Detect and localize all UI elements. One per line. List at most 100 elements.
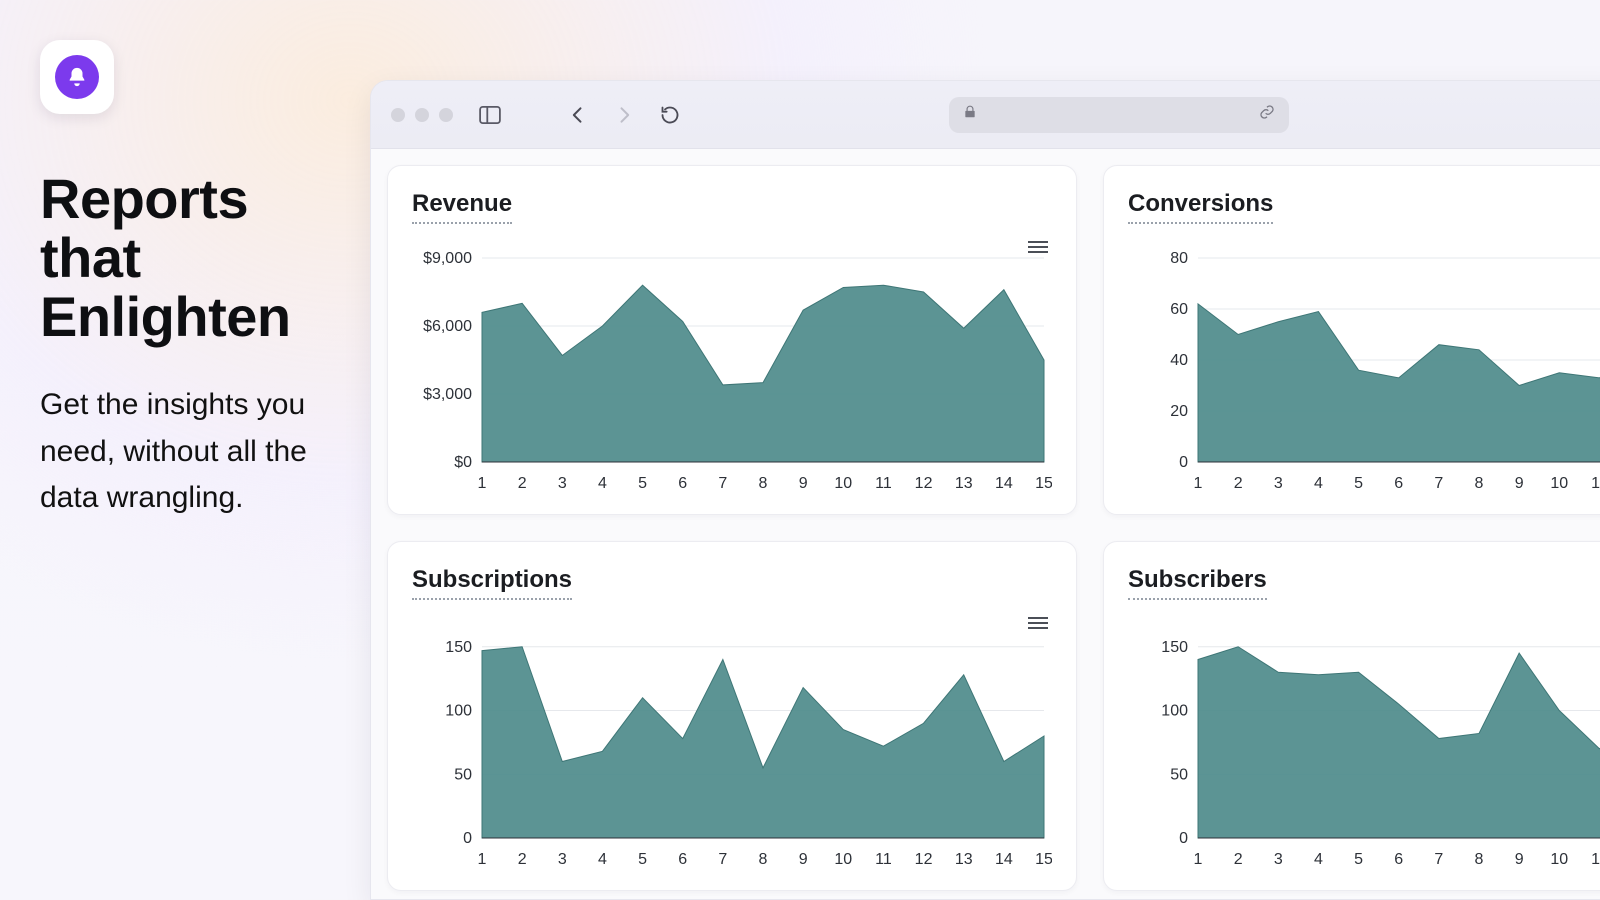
svg-text:$3,000: $3,000 <box>423 386 472 403</box>
svg-text:6: 6 <box>678 475 687 492</box>
subscriptions-card: Subscriptions 05010015012345678910111213… <box>387 541 1077 891</box>
svg-text:3: 3 <box>1274 851 1283 868</box>
svg-text:9: 9 <box>1515 475 1524 492</box>
svg-text:50: 50 <box>454 766 472 783</box>
svg-text:80: 80 <box>1170 250 1188 267</box>
svg-text:2: 2 <box>518 851 527 868</box>
dashboard-content: Revenue $0$3,000$6,000$9,000123456789101… <box>371 149 1600 899</box>
svg-text:7: 7 <box>718 475 727 492</box>
bell-icon <box>55 55 99 99</box>
card-title: Conversions <box>1128 190 1273 224</box>
card-title: Subscriptions <box>412 566 572 600</box>
svg-text:11: 11 <box>875 851 892 868</box>
svg-text:6: 6 <box>1394 475 1403 492</box>
svg-text:1: 1 <box>1194 851 1203 868</box>
svg-text:10: 10 <box>1550 475 1568 492</box>
revenue-card: Revenue $0$3,000$6,000$9,000123456789101… <box>387 165 1077 515</box>
card-title: Revenue <box>412 190 512 224</box>
svg-text:2: 2 <box>518 475 527 492</box>
svg-text:1: 1 <box>1194 475 1203 492</box>
hero-subhead: Get the insights you need, without all t… <box>40 382 340 522</box>
conversions-card: Conversions 0204060801234567891011121314… <box>1103 165 1600 515</box>
svg-text:2: 2 <box>1234 475 1243 492</box>
svg-text:11: 11 <box>1591 475 1600 492</box>
svg-text:2: 2 <box>1234 851 1243 868</box>
svg-text:14: 14 <box>995 851 1013 868</box>
svg-text:8: 8 <box>1475 475 1484 492</box>
svg-text:0: 0 <box>1179 830 1188 847</box>
svg-text:9: 9 <box>1515 851 1524 868</box>
svg-text:5: 5 <box>1354 851 1363 868</box>
lock-icon <box>963 105 977 124</box>
svg-text:9: 9 <box>799 851 808 868</box>
close-dot[interactable] <box>391 108 405 122</box>
zoom-dot[interactable] <box>439 108 453 122</box>
forward-icon[interactable] <box>607 98 641 132</box>
svg-text:1: 1 <box>478 475 487 492</box>
minimize-dot[interactable] <box>415 108 429 122</box>
svg-text:1: 1 <box>478 851 487 868</box>
svg-text:3: 3 <box>1274 475 1283 492</box>
svg-text:0: 0 <box>463 830 472 847</box>
svg-text:100: 100 <box>1161 703 1188 720</box>
svg-text:11: 11 <box>1591 851 1600 868</box>
svg-text:4: 4 <box>598 851 607 868</box>
svg-text:60: 60 <box>1170 301 1188 318</box>
subscriptions-chart: 050100150123456789101112131415 <box>412 622 1052 872</box>
svg-text:7: 7 <box>718 851 727 868</box>
svg-text:150: 150 <box>445 639 472 656</box>
svg-text:3: 3 <box>558 475 567 492</box>
app-logo-tile <box>40 40 114 114</box>
svg-text:10: 10 <box>834 851 852 868</box>
svg-text:14: 14 <box>995 475 1013 492</box>
svg-text:40: 40 <box>1170 352 1188 369</box>
svg-text:13: 13 <box>955 475 973 492</box>
svg-text:6: 6 <box>1394 851 1403 868</box>
svg-text:20: 20 <box>1170 403 1188 420</box>
browser-chrome <box>371 81 1600 149</box>
svg-text:$0: $0 <box>454 454 472 471</box>
svg-text:11: 11 <box>875 475 892 492</box>
subscribers-card: Subscribers 0501001501234567891011121314… <box>1103 541 1600 891</box>
address-bar[interactable] <box>949 97 1289 133</box>
hero-section: Reports that Enlighten Get the insights … <box>40 40 340 522</box>
svg-text:12: 12 <box>915 475 933 492</box>
svg-text:10: 10 <box>834 475 852 492</box>
browser-window: Revenue $0$3,000$6,000$9,000123456789101… <box>370 80 1600 900</box>
svg-text:10: 10 <box>1550 851 1568 868</box>
svg-text:$6,000: $6,000 <box>423 318 472 335</box>
conversions-chart: 020406080123456789101112131415 <box>1128 246 1600 496</box>
svg-text:4: 4 <box>598 475 607 492</box>
svg-text:15: 15 <box>1035 851 1052 868</box>
svg-text:13: 13 <box>955 851 973 868</box>
svg-text:0: 0 <box>1179 454 1188 471</box>
card-grid: Revenue $0$3,000$6,000$9,000123456789101… <box>387 165 1600 891</box>
svg-text:100: 100 <box>445 703 472 720</box>
link-icon <box>1259 104 1275 125</box>
svg-text:6: 6 <box>678 851 687 868</box>
svg-text:150: 150 <box>1161 639 1188 656</box>
svg-text:$9,000: $9,000 <box>423 250 472 267</box>
svg-text:4: 4 <box>1314 475 1323 492</box>
svg-text:8: 8 <box>1475 851 1484 868</box>
card-title: Subscribers <box>1128 566 1267 600</box>
traffic-lights <box>391 108 453 122</box>
revenue-chart: $0$3,000$6,000$9,00012345678910111213141… <box>412 246 1052 496</box>
svg-text:3: 3 <box>558 851 567 868</box>
svg-text:12: 12 <box>915 851 933 868</box>
svg-text:8: 8 <box>759 851 768 868</box>
svg-text:8: 8 <box>759 475 768 492</box>
svg-text:7: 7 <box>1434 475 1443 492</box>
svg-text:5: 5 <box>638 475 647 492</box>
reload-icon[interactable] <box>653 98 687 132</box>
subscribers-chart: 050100150123456789101112131415 <box>1128 622 1600 872</box>
svg-text:15: 15 <box>1035 475 1052 492</box>
svg-text:7: 7 <box>1434 851 1443 868</box>
svg-text:50: 50 <box>1170 766 1188 783</box>
back-icon[interactable] <box>561 98 595 132</box>
svg-text:9: 9 <box>799 475 808 492</box>
svg-text:5: 5 <box>1354 475 1363 492</box>
svg-text:5: 5 <box>638 851 647 868</box>
sidebar-toggle-icon[interactable] <box>473 98 507 132</box>
svg-text:4: 4 <box>1314 851 1323 868</box>
